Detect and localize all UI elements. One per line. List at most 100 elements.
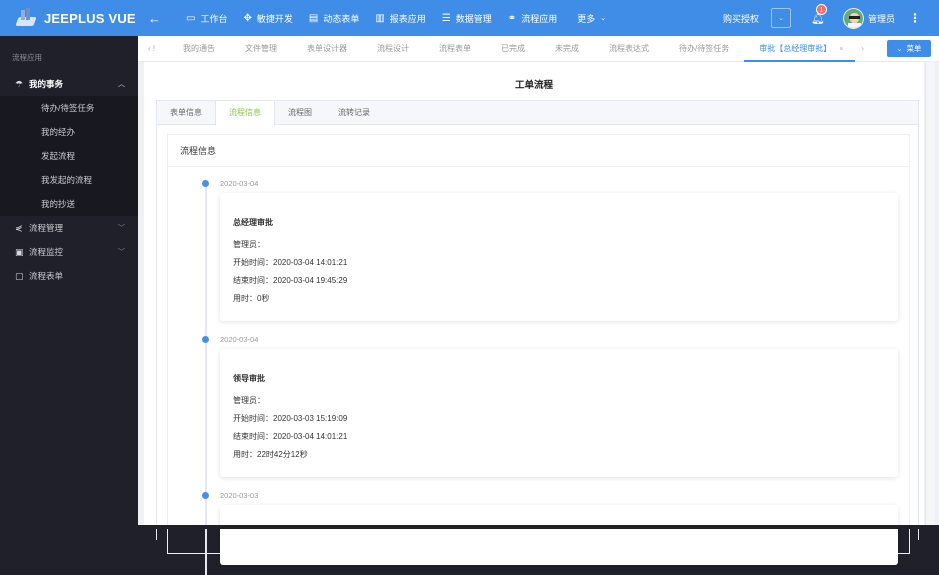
- logo-icon: [15, 8, 37, 28]
- sidebar-item-label: 流程表单: [29, 271, 64, 281]
- task-end-time: 结束时间：2020-03-04 14:01:21: [233, 432, 348, 441]
- content-panel: 工单流程 表单信息 流程信息 流程图 流转记录 流程信息 2020-03-04 …: [144, 62, 924, 575]
- submenu-my-affairs: 待办/待签任务 我的经办 发起流程 我发起的流程 我的抄送: [0, 96, 138, 216]
- sidebar-subitem-handled[interactable]: 我的经办: [0, 120, 138, 144]
- workflow-icon: ⚭: [507, 12, 517, 24]
- logo[interactable]: JEEPLUS VUE: [0, 0, 138, 36]
- sidebar-item-process-monitor[interactable]: ▣ 流程监控 ﹀: [0, 240, 138, 264]
- arrow-left-icon[interactable]: ←: [148, 11, 170, 26]
- umbrella-icon: ☂: [15, 78, 24, 89]
- task-start-time: 开始时间：2020-03-03 15:19:09: [233, 414, 348, 423]
- nav-label: 工作台: [200, 13, 228, 24]
- nav-item-agile-dev[interactable]: ✥ 敏捷开发: [243, 12, 292, 25]
- close-icon[interactable]: ×: [839, 46, 843, 53]
- tab-todo[interactable]: 待办/待签任务: [664, 36, 744, 62]
- timeline-node: [202, 492, 209, 499]
- sidebar-subitem-cc[interactable]: 我的抄送: [0, 192, 138, 216]
- database-icon: ☰: [441, 12, 451, 24]
- sidebar-subitem-todo[interactable]: 待办/待签任务: [0, 96, 138, 120]
- notification-button[interactable]: 🔔︎ 1: [811, 3, 828, 25]
- chevron-down-icon: ⌄: [896, 45, 903, 53]
- window-bottom-edge: [138, 525, 939, 529]
- task-start-time: 开始时间：2020-03-04 14:01:21: [233, 258, 348, 267]
- tab-file-mgmt[interactable]: 文件管理: [230, 36, 292, 62]
- sidebar-item-process-form[interactable]: ▢ 流程表单: [0, 264, 138, 288]
- timeline-node: [202, 180, 209, 187]
- top-navbar: JEEPLUS VUE ← ▭ 工作台 ✥ 敏捷开发 ▤ 动态表单 ▥ 报表应用 ☰ 数据…: [0, 0, 939, 36]
- sidebar-item-my-affairs[interactable]: ☂ 我的事务 ︿: [0, 72, 138, 96]
- tab-uncompleted[interactable]: 未完成: [540, 36, 594, 62]
- timeline-date: 2020-03-03: [220, 491, 259, 500]
- tab-process-design[interactable]: 流程设计: [362, 36, 424, 62]
- tab-flow-records[interactable]: 流转记录: [325, 101, 383, 124]
- nav-label: 敏捷开发: [256, 13, 293, 24]
- buy-license-link[interactable]: 购买授权: [723, 12, 759, 25]
- content-tabs-card: 表单信息 流程信息 流程图 流转记录 流程信息 2020-03-04 总经理审批…: [156, 100, 919, 575]
- chevron-down-icon: ﹀: [118, 225, 125, 232]
- monitor-eye-icon: ▣: [15, 246, 24, 257]
- notification-badge: 1: [816, 3, 828, 15]
- section-title: 流程信息: [168, 135, 909, 167]
- chevron-down-icon: ⌄: [778, 15, 784, 22]
- bar-chart-icon: ▥: [375, 12, 385, 24]
- sidebar-subitem-my-started[interactable]: 我发起的流程: [0, 168, 138, 192]
- chevron-down-icon: ⌄: [600, 15, 607, 22]
- sidebar: 流程应用 ☂ 我的事务 ︿ 待办/待签任务 我的经办 发起流程 我发起的流程 我…: [0, 36, 138, 529]
- nav-item-workbench[interactable]: ▭ 工作台: [186, 12, 227, 25]
- top-nav: ▭ 工作台 ✥ 敏捷开发 ▤ 动态表单 ▥ 报表应用 ☰ 数据管理 ⚭ 流程应用 更多 ⌄: [170, 12, 611, 25]
- task-assignee: 管理员：: [233, 240, 265, 249]
- main-area: ‹ ! 我的通告 文件管理 表单设计器 流程设计 流程表单 已完成 未完成 流程…: [138, 36, 939, 575]
- tab-my-notices[interactable]: 我的通告: [168, 36, 230, 62]
- timeline-node: [202, 336, 209, 343]
- timeline-line: [205, 185, 207, 575]
- task-duration: 用时：0秒: [233, 294, 270, 303]
- tab-form-info[interactable]: 表单信息: [157, 101, 215, 124]
- nav-item-more[interactable]: 更多 ⌄: [577, 12, 611, 25]
- agile-icon: ✥: [243, 12, 252, 24]
- timeline-card: 领导审批 管理员： 开始时间：2020-03-03 15:19:09 结束时间：…: [220, 349, 898, 477]
- menu-button[interactable]: ⌄ 菜单: [887, 40, 931, 57]
- logo-text: JEEPLUS VUE: [44, 10, 136, 26]
- sidebar-subitem-start-process[interactable]: 发起流程: [0, 144, 138, 168]
- tab-form-designer[interactable]: 表单设计器: [292, 36, 362, 62]
- sidebar-item-process-mgmt[interactable]: ⋞ 流程管理 ﹀: [0, 216, 138, 240]
- nav-item-report[interactable]: ▥ 报表应用: [375, 12, 425, 25]
- more-vertical-icon[interactable]: ⋮: [909, 11, 921, 25]
- tab-scroll-left-button[interactable]: ‹ !: [138, 44, 168, 53]
- scrollbar[interactable]: [925, 62, 935, 529]
- nav-label: 报表应用: [389, 13, 426, 24]
- layout-dropdown-button[interactable]: ⌄: [771, 8, 792, 28]
- chevron-up-icon: ︿: [118, 81, 125, 88]
- nav-item-dynamic-form[interactable]: ▤ 动态表单: [309, 12, 359, 25]
- menu-button-label: 菜单: [906, 44, 922, 53]
- timeline-date: 2020-03-04: [220, 335, 259, 344]
- tab-completed[interactable]: 已完成: [486, 36, 540, 62]
- tab-process-info[interactable]: 流程信息: [215, 101, 275, 126]
- sidebar-item-label: 流程监控: [29, 247, 64, 257]
- nav-item-data-mgmt[interactable]: ☰ 数据管理: [442, 12, 492, 25]
- tab-process-diagram[interactable]: 流程图: [275, 101, 325, 124]
- tab-process-form[interactable]: 流程表单: [424, 36, 486, 62]
- task-end-time: 结束时间：2020-03-04 19:45:29: [233, 276, 348, 285]
- page-title: 工单流程: [514, 80, 553, 91]
- task-title: 总经理审批: [233, 218, 273, 227]
- nav-label: 流程应用: [521, 13, 558, 24]
- task-title: 领导审批: [233, 374, 265, 383]
- nav-item-workflow[interactable]: ⚭ 流程应用: [508, 12, 557, 25]
- nav-label: 更多: [577, 13, 596, 24]
- task-assignee: 管理员：: [233, 396, 265, 405]
- timeline-card: [220, 505, 898, 565]
- avatar[interactable]: [842, 7, 864, 29]
- tab-process-expression[interactable]: 流程表达式: [594, 36, 664, 62]
- share-icon: ⋞: [15, 222, 23, 233]
- process-info-box: 流程信息 2020-03-04 总经理审批 管理员： 开始时间：2020-03-…: [167, 134, 910, 575]
- tab-bar: ‹ ! 我的通告 文件管理 表单设计器 流程设计 流程表单 已完成 未完成 流程…: [138, 36, 939, 62]
- tab-approval-active[interactable]: 审批【总经理审批】 ×: [744, 36, 856, 62]
- timeline-date: 2020-03-04: [220, 179, 259, 188]
- chevron-down-icon: ﹀: [118, 249, 125, 256]
- tab-scroll-right-button[interactable]: ›: [861, 44, 881, 53]
- sidebar-item-label: 流程管理: [29, 223, 64, 233]
- form-icon: ▤: [308, 12, 319, 24]
- user-name[interactable]: 管理员: [868, 12, 895, 25]
- monitor-icon: ▭: [186, 12, 196, 24]
